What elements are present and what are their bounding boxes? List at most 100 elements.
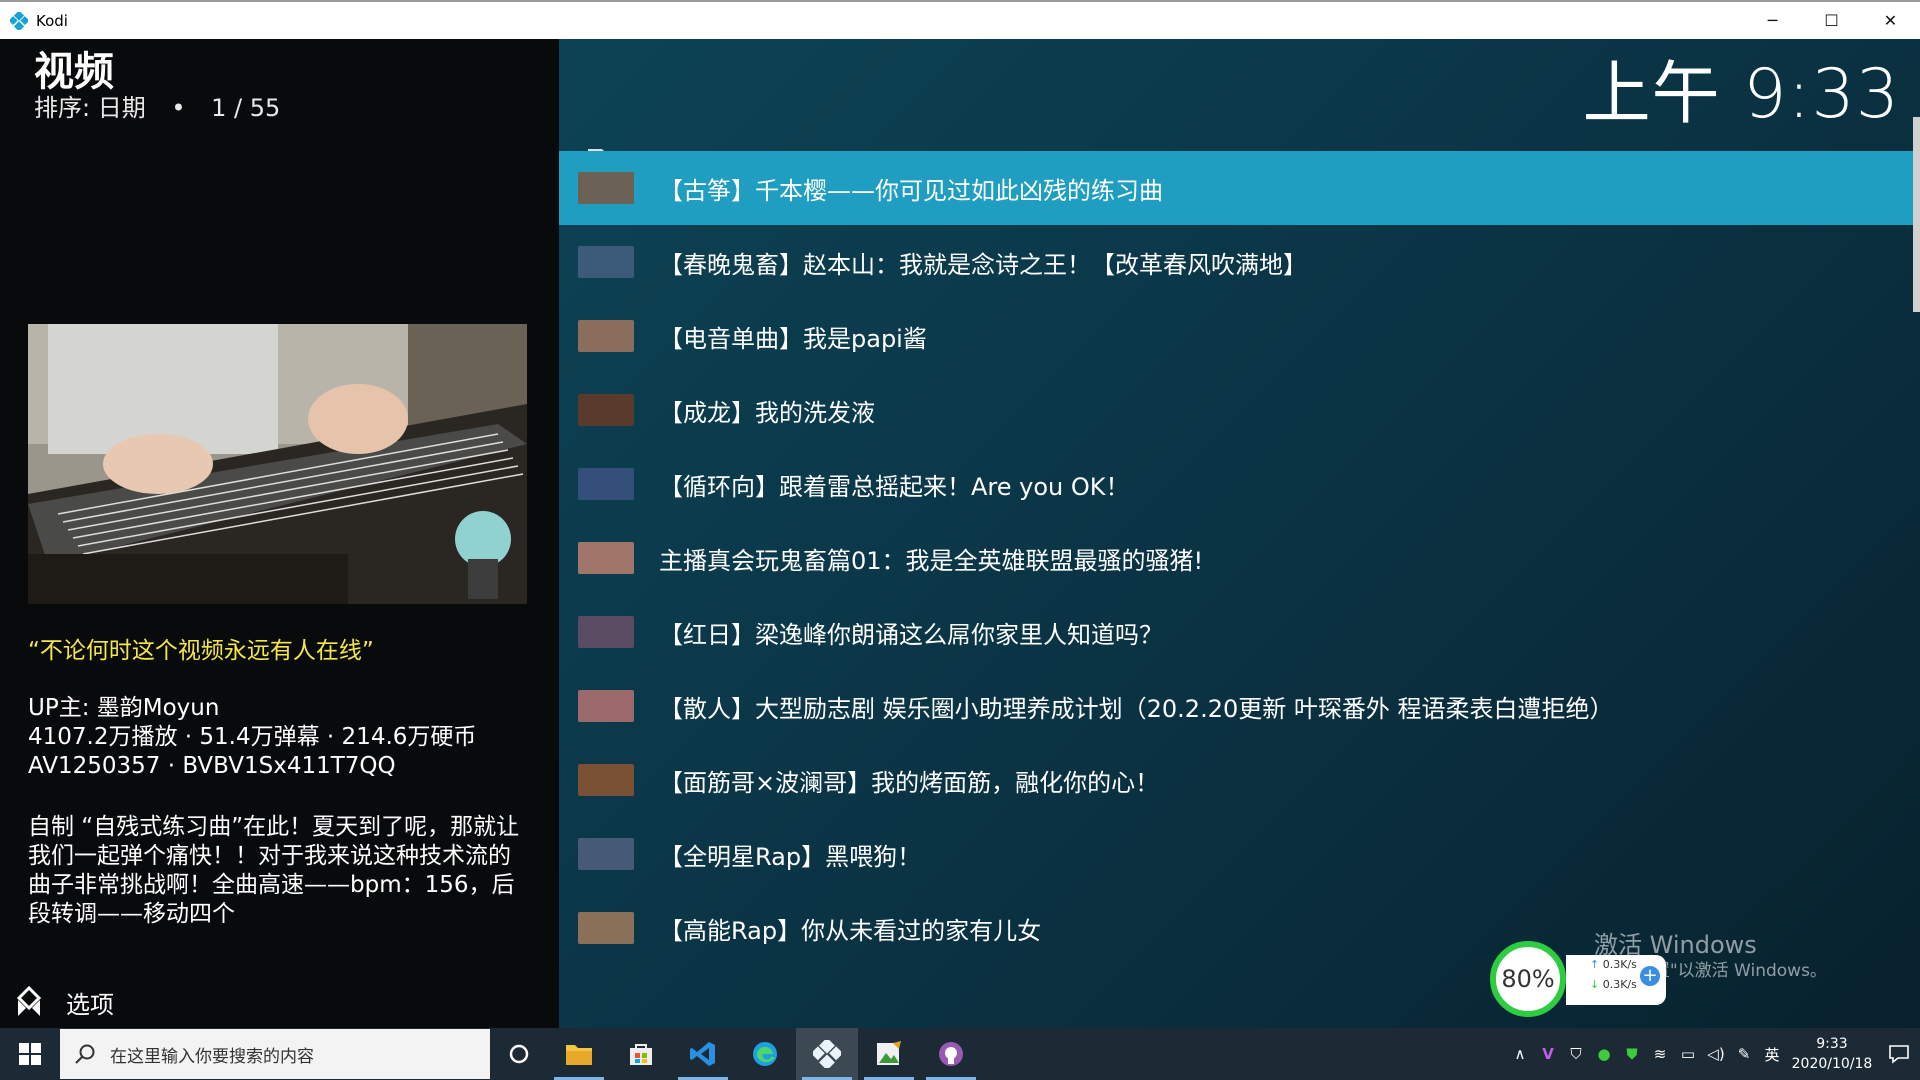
video-ids: AV1250357 · BVBV1Sx411T7QQ [28,753,396,779]
video-list-item[interactable]: 【全明星Rap】黑喂狗！ [559,817,1913,891]
video-meta: UP主: 墨韵Moyun 4107.2万播放 · 51.4万弹幕 · 214.6… [28,694,538,781]
file-explorer-app[interactable] [548,1028,610,1080]
tray-overflow-chevron-icon[interactable]: ∧ [1506,1045,1534,1063]
tray-green-app-icon[interactable]: ● [1590,1045,1618,1063]
video-list-item[interactable]: 【古筝】千本樱——你可见过如此凶残的练习曲 [559,151,1913,225]
video-list-item[interactable]: 【面筋哥×波澜哥】我的烤面筋，融化你的心！ [559,743,1913,817]
cortana-icon [509,1044,529,1064]
pen-icon[interactable]: ✎ [1730,1045,1758,1063]
video-thumbnail [578,838,634,870]
tray-security-icon[interactable]: ⛊ [1618,1045,1646,1063]
download-speed: 0.3K/s [1602,978,1637,991]
guzheng-image [28,324,527,604]
plus-icon[interactable]: + [1640,966,1660,986]
video-thumbnail [578,912,634,944]
video-list-item[interactable]: 【散人】大型励志剧 娱乐圈小助理养成计划（20.2.20更新 叶琛番外 程语柔表… [559,669,1913,743]
network-speed-widget[interactable]: 80% ↑ 0.3K/s ↓ 0.3K/s + [1490,941,1666,1017]
video-title: 【高能Rap】你从未看过的家有儿女 [659,916,1042,945]
window-controls: ─ ☐ ✕ [1743,2,1920,39]
kodi-app-icon [813,1040,841,1068]
taskbar-search[interactable]: 在这里输入你要搜索的内容 [60,1029,490,1079]
video-thumbnail [578,394,634,426]
options-label: 选项 [66,991,114,1019]
video-thumbnail [578,172,634,204]
video-title: 【春晚鬼畜】赵本山：我就是念诗之王！【改革春风吹满地】 [659,250,1307,279]
system-tray: ∧ V ⛉ ● ⛊ ≋ ▭ ◁) ✎ 英 9:33 2020/10/18 [1506,1028,1920,1080]
vscode-app[interactable] [672,1028,734,1080]
tray-v-app-icon[interactable]: V [1534,1045,1562,1063]
video-thumbnail [578,320,634,352]
item-position: 1 / 55 [211,94,281,122]
video-list-item[interactable]: 【循环向】跟着雷总摇起来！Are you OK！ [559,447,1913,521]
list-scrollbar[interactable] [1913,117,1920,312]
video-title: 【电音单曲】我是papi酱 [659,324,927,353]
info-panel: 视频 排序: 日期 • 1 / 55 “不论何时这个视频永远有人在线” UP主:… [0,39,559,1028]
video-thumbnail [578,246,634,278]
video-thumbnail [578,542,634,574]
taskbar-clock[interactable]: 9:33 2020/10/18 [1786,1034,1878,1074]
minimize-button[interactable]: ─ [1743,2,1802,39]
maximize-button[interactable]: ☐ [1802,2,1861,39]
volume-icon[interactable]: ◁) [1702,1045,1730,1063]
battery-icon[interactable]: ▭ [1674,1045,1702,1063]
taskbar-date: 2020/10/18 [1791,1056,1873,1072]
windows-taskbar: 在这里输入你要搜索的内容 ∧ V ⛉ ● ⛊ ≋ ▭ ◁) ✎ 英 9:33 2… [0,1028,1920,1080]
video-title: 【成龙】我的洗发液 [659,398,875,427]
video-quote: “不论何时这个视频永远有人在线” [28,638,374,664]
edge-icon [753,1042,777,1066]
github-icon [939,1042,963,1066]
video-title: 【全明星Rap】黑喂狗！ [659,842,922,871]
video-title: 【面筋哥×波澜哥】我的烤面筋，融化你的心！ [659,768,1160,797]
notification-center-button[interactable] [1878,1044,1920,1064]
page-title: 视频 [34,49,114,95]
window-titlebar: Kodi ─ ☐ ✕ [0,0,1920,39]
video-thumbnail [578,690,634,722]
search-icon [75,1044,95,1064]
kodi-app: 视频 排序: 日期 • 1 / 55 “不论何时这个视频永远有人在线” UP主:… [0,39,1920,1028]
notification-icon [1889,1045,1909,1064]
kodi-logo-icon [10,11,28,30]
video-stats: 4107.2万播放 · 51.4万弹幕 · 214.6万硬币 [28,724,477,750]
video-list-item[interactable]: 【电音单曲】我是papi酱 [559,299,1913,373]
video-description: 自制 “自残式练习曲”在此！夏天到了呢，那就让我们一起弹个痛快！！对于我来说这种… [28,814,520,927]
kodi-options-icon [16,985,42,1016]
uploader: UP主: 墨韵Moyun [28,695,220,721]
video-title: 【红日】梁逸峰你朗诵这么屌你家里人知道吗？ [659,620,1163,649]
clock: 上午 9:33 [1582,55,1900,134]
video-thumbnail [578,764,634,796]
download-arrow-icon: ↓ [1590,978,1603,991]
windows-logo-icon [19,1043,41,1065]
folder-icon [566,1045,592,1065]
cortana-button[interactable] [490,1043,548,1065]
search-placeholder: 在这里输入你要搜索的内容 [110,1046,314,1067]
sort-label: 排序: 日期 [34,94,146,122]
sort-bullet: • [171,94,186,122]
image-viewer-app[interactable] [858,1028,920,1080]
video-list-item[interactable]: 主播真会玩鬼畜篇01：我是全英雄联盟最骚的骚猪! [559,521,1913,595]
kodi-taskbar-app[interactable] [796,1028,858,1080]
upload-speed: 0.3K/s [1602,958,1637,971]
video-list-item[interactable]: 【春晚鬼畜】赵本山：我就是念诗之王！【改革春风吹满地】 [559,225,1913,299]
video-title: 主播真会玩鬼畜篇01：我是全英雄联盟最骚的骚猪! [659,546,1204,575]
upload-arrow-icon: ↑ [1590,958,1603,971]
video-list-item[interactable]: 【成龙】我的洗发液 [559,373,1913,447]
store-app[interactable] [610,1028,672,1080]
video-list-item[interactable]: 【红日】梁逸峰你朗诵这么屌你家里人知道吗？ [559,595,1913,669]
options-button[interactable]: 选项 [12,985,114,1020]
video-title: 【古筝】千本樱——你可见过如此凶残的练习曲 [659,176,1163,205]
video-title: 【循环向】跟着雷总摇起来！Are you OK！ [659,472,1130,501]
video-thumbnail [578,468,634,500]
sort-info[interactable]: 排序: 日期 • 1 / 55 [34,93,280,123]
tray-shield-icon[interactable]: ⛉ [1562,1045,1590,1063]
ime-indicator[interactable]: 英 [1758,1044,1786,1065]
wifi-icon[interactable]: ≋ [1646,1045,1674,1063]
taskbar-time: 9:33 [1816,1036,1848,1052]
github-desktop-app[interactable] [920,1028,982,1080]
close-button[interactable]: ✕ [1861,2,1920,39]
vscode-icon [690,1042,715,1066]
window-title: Kodi [36,11,68,30]
edge-app[interactable] [734,1028,796,1080]
video-thumbnail [578,616,634,648]
selected-thumbnail [28,324,527,604]
start-button[interactable] [0,1028,60,1080]
